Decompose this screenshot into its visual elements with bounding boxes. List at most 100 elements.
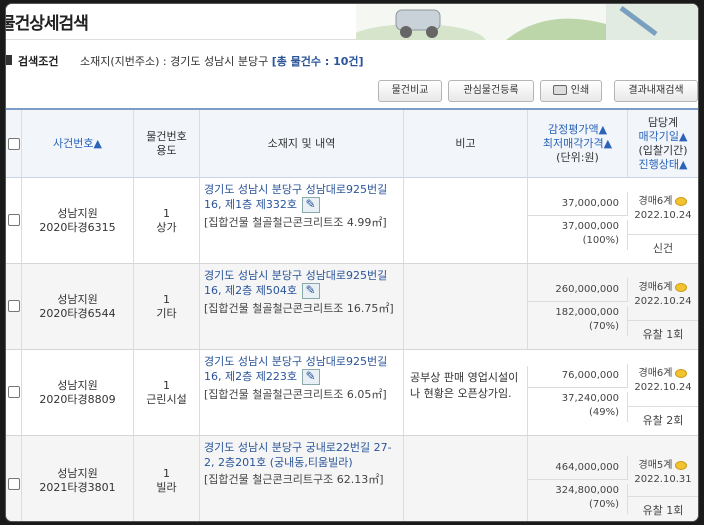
table-row[interactable]: 성남지원 2020타경8809 1 근린시설 경기도 성남시 분당구 성남대로9…: [6, 350, 698, 436]
header-location: 소재지 및 내역: [200, 110, 404, 178]
result-count: [총 물건수 : 10건]: [271, 55, 364, 68]
header-case-no[interactable]: 사건번호▲: [22, 110, 134, 178]
min-price-cell: 37,000,000 (100%): [528, 220, 628, 250]
case-cell: 성남지원 2020타경6315: [22, 178, 134, 263]
address-link[interactable]: 경기도 성남시 분당구 성남대로925번길 16, 제2층 제223호: [204, 355, 387, 383]
sale-date: 2022.10.24: [634, 382, 692, 393]
header-note: 비고: [404, 110, 528, 178]
item-number: 1: [163, 206, 170, 220]
location-cell: 경기도 성남시 분당구 궁내로22번길 27-2, 2층201호 (궁내동,티움…: [200, 436, 404, 521]
item-number: 1: [163, 292, 170, 306]
item-use: 상가: [156, 220, 177, 234]
table-row[interactable]: 성남지원 2020타경6315 1 상가 경기도 성남시 분당구 성남대로925…: [6, 178, 698, 264]
coin-icon: [675, 460, 688, 470]
header-appraisal[interactable]: 감정평가액▲: [548, 123, 607, 137]
row-check-cell: [6, 178, 22, 263]
progress-status: 신건: [628, 234, 698, 256]
min-price-percent: (70%): [588, 499, 619, 510]
appraisal-price: 260,000,000: [528, 278, 628, 302]
court-name: 성남지원: [57, 292, 98, 306]
item-number: 1: [163, 378, 170, 392]
header-min-price[interactable]: 최저매각가격▲: [543, 137, 612, 151]
item-use: 빌라: [156, 480, 177, 494]
note-cell: [404, 178, 528, 263]
row-checkbox[interactable]: [8, 386, 20, 398]
printer-icon: [552, 85, 567, 95]
header-sale-date[interactable]: 매각기일▲: [639, 130, 688, 144]
dept-cell: 경매6계: [628, 278, 698, 293]
min-price-cell: 324,800,000 (70%): [528, 484, 628, 514]
header-dept: 담당계: [647, 116, 679, 129]
min-price: 324,800,000: [555, 485, 619, 496]
table-row[interactable]: 성남지원 2021타경3801 1 빌라 경기도 성남시 분당구 궁내로22번길…: [6, 436, 698, 521]
item-number: 1: [163, 466, 170, 480]
note-cell: [404, 436, 528, 521]
case-cell: 성남지원 2020타경8809: [22, 350, 134, 435]
appraisal-price: 464,000,000: [528, 456, 628, 480]
table-header: 사건번호▲ 물건번호 용도 소재지 및 내역 비고 감정평가액▲ 최저매각가격▲…: [6, 108, 698, 178]
row-checkbox[interactable]: [8, 478, 20, 490]
note-cell: 공부상 판매 영업시설이나 현황은 오픈상가임.: [404, 366, 528, 435]
progress-status: 유찰 2회: [628, 406, 698, 428]
search-condition-label: 검색조건: [18, 55, 59, 68]
table-row[interactable]: 성남지원 2020타경6544 1 기타 경기도 성남시 분당구 성남대로925…: [6, 264, 698, 350]
court-name: 성남지원: [57, 466, 98, 480]
property-detail: [집합건물 철골철근콘크리트조 6.05㎡]: [204, 388, 387, 401]
item-use: 기타: [156, 306, 177, 320]
sale-date: 2022.10.31: [634, 474, 692, 485]
row-checkbox[interactable]: [8, 300, 20, 312]
dept-name: 경매6계: [638, 196, 673, 207]
min-price-cell: 182,000,000 (70%): [528, 306, 628, 336]
row-check-cell: [6, 350, 22, 435]
header-price: 감정평가액▲ 최저매각가격▲ (단위:원): [528, 110, 628, 178]
sale-date: 2022.10.24: [634, 296, 692, 307]
header-status: 담당계 매각기일▲ (입찰기간) 진행상태▲: [628, 110, 698, 178]
search-condition-value: 소재지(지번주소) : 경기도 성남시 분당구: [80, 55, 269, 68]
property-detail: [집합건물 철골철근콘크리트조 4.99㎡]: [204, 216, 387, 229]
result-search-button[interactable]: 결과내재검색: [614, 80, 698, 102]
map-icon[interactable]: [302, 283, 321, 299]
court-name: 성남지원: [57, 206, 98, 220]
dept-cell: 경매6계: [628, 364, 698, 379]
print-label: 인쇄: [570, 85, 590, 96]
search-condition-bar: 검색조건 소재지(지번주소) : 경기도 성남시 분당구 [총 물건수 : 10…: [6, 46, 698, 76]
header-item-use: 물건번호 용도: [134, 110, 200, 178]
map-icon[interactable]: [302, 369, 321, 385]
min-price: 182,000,000: [555, 307, 619, 318]
progress-status: 유찰 1회: [628, 496, 698, 518]
search-condition-text: 소재지(지번주소) : 경기도 성남시 분당구 [총 물건수 : 10건]: [80, 53, 364, 69]
dept-name: 경매6계: [638, 368, 673, 379]
property-detail: [집합건물 철골철근콘크리트조 16.75㎡]: [204, 302, 394, 315]
location-cell: 경기도 성남시 분당구 성남대로925번길 16, 제2층 제223호 [집합건…: [200, 350, 404, 435]
item-cell: 1 상가: [134, 178, 200, 263]
item-cell: 1 기타: [134, 264, 200, 349]
case-number: 2020타경6315: [39, 220, 116, 234]
select-all-checkbox[interactable]: [8, 138, 20, 150]
header-item-no: 물건번호: [146, 130, 187, 143]
coin-icon: [675, 196, 688, 206]
coin-icon: [675, 282, 688, 292]
print-button[interactable]: 인쇄: [540, 80, 602, 102]
address-link[interactable]: 경기도 성남시 분당구 궁내로22번길 27-2, 2층201호 (궁내동,티움…: [204, 441, 392, 469]
register-interest-button[interactable]: 관심물건등록: [448, 80, 534, 102]
map-icon[interactable]: [302, 197, 321, 213]
header-progress[interactable]: 진행상태▲: [639, 158, 688, 172]
case-number: 2020타경6544: [39, 306, 116, 320]
dept-cell: 경매5계: [628, 456, 698, 471]
note-cell: [404, 264, 528, 349]
row-checkbox[interactable]: [8, 214, 20, 226]
header-checkbox-cell: [6, 110, 22, 178]
min-price: 37,240,000: [561, 393, 619, 404]
min-price: 37,000,000: [561, 221, 619, 232]
dept-name: 경매6계: [638, 282, 673, 293]
bullet-icon: [6, 55, 12, 65]
min-price-percent: (100%): [582, 235, 619, 246]
address-link[interactable]: 경기도 성남시 분당구 성남대로925번길 16, 제2층 제504호: [204, 269, 387, 297]
min-price-percent: (49%): [588, 407, 619, 418]
compare-button[interactable]: 물건비교: [378, 80, 442, 102]
min-price-percent: (70%): [588, 321, 619, 332]
court-name: 성남지원: [57, 378, 98, 392]
dept-name: 경매5계: [638, 460, 673, 471]
item-cell: 1 근린시설: [134, 350, 200, 435]
address-link[interactable]: 경기도 성남시 분당구 성남대로925번길 16, 제1층 제332호: [204, 183, 387, 211]
